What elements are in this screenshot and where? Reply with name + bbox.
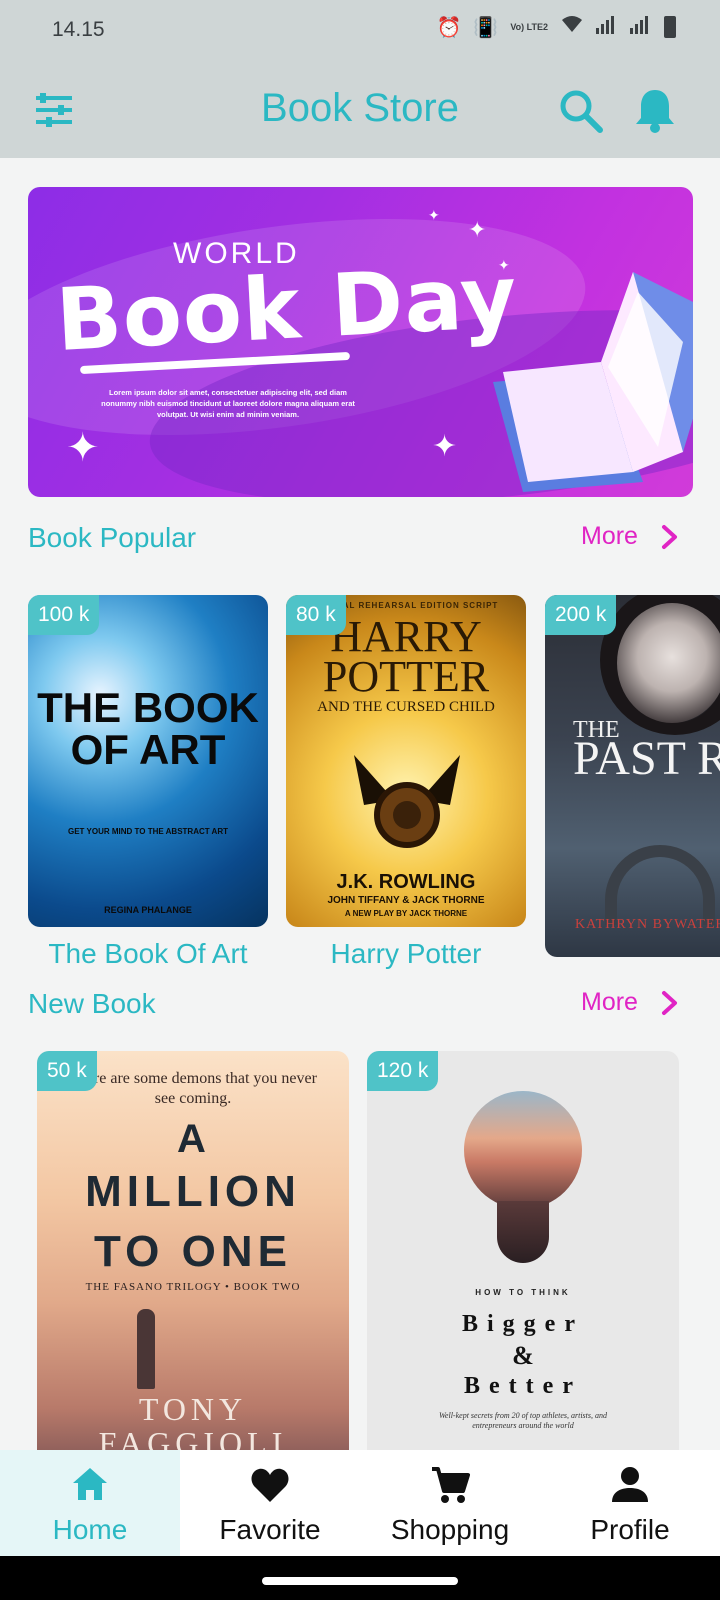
- book-title[interactable]: The Book Of Art: [28, 938, 268, 970]
- lightbulb-illustration: [464, 1091, 582, 1209]
- home-icon: [73, 1468, 107, 1500]
- cart-icon: [432, 1467, 470, 1503]
- battery-icon: [664, 16, 676, 38]
- section-title-new: New Book: [28, 988, 156, 1019]
- cover-author: J.K. ROWLING: [336, 871, 476, 893]
- views-badge: 50 k: [37, 1051, 97, 1091]
- home-gesture-pill[interactable]: [262, 1577, 458, 1585]
- cover-title-3: Better: [464, 1373, 582, 1399]
- nav-home[interactable]: Home: [0, 1450, 180, 1556]
- more-new-link[interactable]: More: [581, 988, 680, 1017]
- status-icons: ⏰ 📳 Vo) LTE2: [437, 14, 676, 40]
- nav-label: Shopping: [390, 1514, 510, 1545]
- cover-subtitle: AND THE CURSED CHILD: [317, 699, 495, 715]
- bottom-navigation: Home Favorite Shopping Profile: [0, 1450, 720, 1556]
- book-card-bigger-better[interactable]: HOW TO THINK Bigger & Better Well-kept s…: [367, 1051, 679, 1471]
- cover-kicker: HOW TO THINK: [475, 1288, 571, 1297]
- sparkle-icon: ✦: [468, 217, 487, 242]
- person-icon: [612, 1467, 648, 1502]
- search-icon[interactable]: [558, 88, 604, 134]
- cover-title-1: A: [177, 1117, 209, 1161]
- nav-favorite[interactable]: Favorite: [180, 1450, 360, 1556]
- cover-title-2: &: [512, 1341, 534, 1370]
- nav-profile[interactable]: Profile: [540, 1450, 720, 1556]
- banner-body: Lorem ipsum dolor sit amet, consectetuer…: [101, 388, 355, 419]
- nav-label: Home: [52, 1514, 128, 1545]
- cover-author: KATHRYN BYWATERS: [575, 917, 720, 932]
- more-label: More: [581, 522, 638, 550]
- cover-author-1: TONY: [138, 1391, 248, 1427]
- cover-title-2: MILLION: [85, 1167, 301, 1216]
- app-title: Book Store: [261, 86, 459, 130]
- signal-icon-2: [630, 14, 652, 40]
- cover-title-3: TO ONE: [94, 1227, 292, 1276]
- bell-icon[interactable]: [634, 86, 676, 134]
- cover-face: [617, 603, 720, 723]
- cover-subtitle: GET YOUR MIND TO THE ABSTRACT ART: [68, 827, 228, 836]
- alarm-icon: ⏰: [436, 16, 462, 39]
- lte-icon: Vo) LTE2: [510, 21, 548, 32]
- sparkle-icon: ✦: [428, 207, 440, 223]
- more-label: More: [581, 988, 638, 1016]
- nest-illustration: [354, 745, 460, 855]
- status-time: 14.15: [52, 18, 105, 41]
- wifi-icon: [560, 14, 584, 40]
- nav-shopping[interactable]: Shopping: [360, 1450, 540, 1556]
- cover-author-3: A NEW PLAY BY JACK THORNE: [344, 909, 468, 918]
- book-card-million-to-one[interactable]: There are some demons that you never see…: [37, 1051, 349, 1471]
- nav-label: Favorite: [219, 1514, 321, 1545]
- heart-icon: [251, 1468, 289, 1502]
- book-card-past-rising[interactable]: THE PAST RISING KATHRYN BYWATERS 200 k: [545, 595, 720, 957]
- sparkle-icon: ✦: [66, 426, 100, 470]
- cover-author: REGINA PHALANGE: [104, 905, 192, 915]
- app-header: 14.15 ⏰ 📳 Vo) LTE2 Book Store: [0, 0, 720, 158]
- cover-blurb: Well-kept secrets from 20 of top athlete…: [439, 1411, 607, 1430]
- cover-figure: [137, 1309, 155, 1389]
- vibrate-icon: 📳: [473, 16, 499, 39]
- more-popular-link[interactable]: More: [581, 522, 680, 551]
- views-badge: 100 k: [28, 595, 100, 635]
- views-badge: 200 k: [545, 595, 617, 635]
- signal-icon-1: [596, 14, 618, 40]
- book-card-harry-potter[interactable]: SPECIAL REHEARSAL EDITION SCRIPT HARRY P…: [286, 595, 526, 927]
- sparkle-icon: ✦: [432, 430, 458, 463]
- chevron-right-icon: [661, 990, 677, 1015]
- cover-title-2: PAST RISING: [573, 732, 720, 785]
- promo-banner[interactable]: ✦ ✦ ✦ ✦ ✦ WORLD Book Day Lorem ipsum dol…: [28, 187, 693, 497]
- cover-arch: [605, 845, 715, 925]
- book-title[interactable]: Harry Potter: [286, 938, 526, 970]
- cover-title: THE BOOK OF ART: [37, 684, 259, 773]
- cover-quote: There are some demons that you never see…: [69, 1070, 317, 1107]
- views-badge: 80 k: [286, 595, 346, 635]
- chevron-right-icon: [661, 524, 677, 549]
- views-badge: 120 k: [367, 1051, 439, 1091]
- open-book-illustration: [483, 262, 693, 492]
- cover-title-1: Bigger: [462, 1311, 584, 1337]
- cover-series: THE FASANO TRILOGY • BOOK TWO: [85, 1281, 301, 1293]
- section-title-popular: Book Popular: [28, 522, 197, 553]
- nav-label: Profile: [590, 1514, 670, 1545]
- cover-author-2: JOHN TIFFANY & JACK THORNE: [327, 895, 485, 906]
- lightbulb-base: [497, 1201, 549, 1263]
- book-card-book-of-art[interactable]: THE BOOK OF ART GET YOUR MIND TO THE ABS…: [28, 595, 268, 927]
